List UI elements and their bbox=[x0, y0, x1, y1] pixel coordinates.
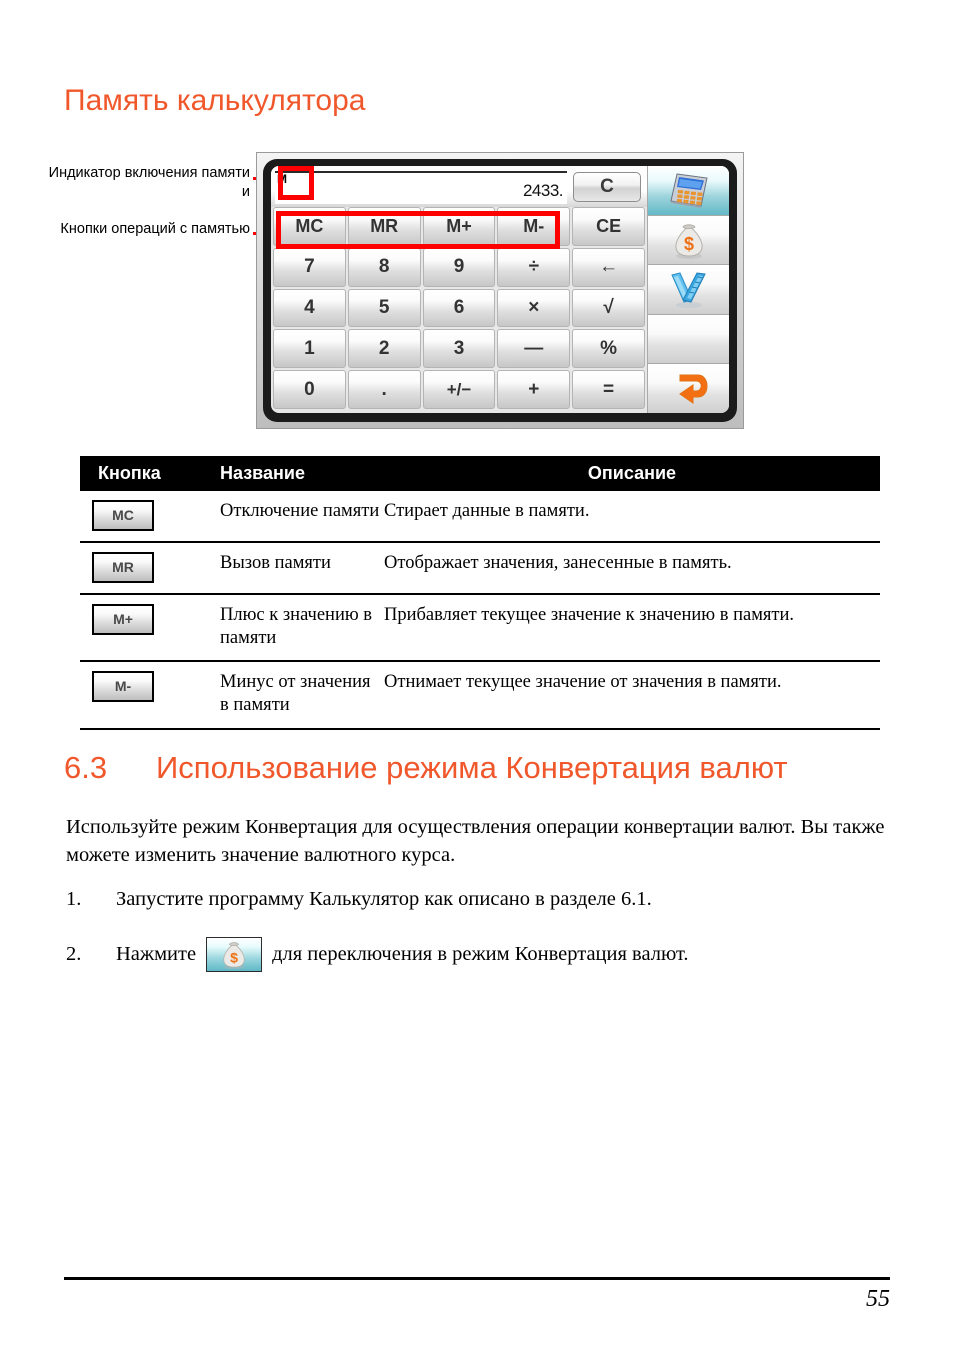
list-item: 1. Запустите программу Калькулятор как о… bbox=[66, 886, 896, 913]
keypad-row-123: 1 2 3 — % bbox=[273, 329, 645, 369]
back-button[interactable] bbox=[648, 364, 729, 413]
callout-label-memory-indicator: Индикатор включения памяти и bbox=[48, 165, 250, 201]
keypad-row-zero: 0 . +/− + = bbox=[273, 370, 645, 409]
table-cell-description: Стирает данные в памяти. bbox=[384, 491, 880, 543]
table-cell-button: MR bbox=[80, 542, 220, 595]
key-sign-toggle[interactable]: +/− bbox=[422, 370, 496, 409]
mode-button-column: $ bbox=[647, 166, 729, 413]
table-cell-button: MC bbox=[80, 491, 220, 543]
memory-indicator-icon: M bbox=[277, 171, 287, 186]
calculator-panel: M 2433. C MC MR M+ M- CE 7 8 9 ÷ ← 4 5 6… bbox=[271, 166, 647, 413]
keypad-row-456: 4 5 6 × √ bbox=[273, 288, 645, 328]
key-m-minus[interactable]: M- bbox=[497, 207, 571, 246]
page-title: Память калькулятора bbox=[64, 84, 366, 117]
key-multiply[interactable]: × bbox=[497, 288, 571, 328]
section-title: Использование режима Конвертация валют bbox=[156, 750, 788, 785]
list-item-text: Запустите программу Калькулятор как опис… bbox=[116, 888, 652, 910]
currency-mode-button[interactable]: $ bbox=[648, 215, 729, 266]
table-header-row: Кнопка Название Описание bbox=[80, 456, 880, 491]
table-cell-description: Прибавляет текущее значение к значению в… bbox=[384, 594, 880, 663]
table-header-button: Кнопка bbox=[80, 456, 220, 491]
key-equals[interactable]: = bbox=[572, 370, 645, 409]
table-header-name: Название bbox=[220, 456, 384, 491]
currency-mode-icon: $ bbox=[206, 936, 263, 972]
key-backspace[interactable]: ← bbox=[572, 247, 645, 287]
list-item-number: 2. bbox=[66, 942, 82, 965]
calculator-display: M 2433. bbox=[275, 170, 567, 204]
key-square-root[interactable]: √ bbox=[572, 288, 645, 328]
list-item-text-before: Нажмите bbox=[116, 942, 197, 965]
display-row: M 2433. C bbox=[271, 166, 647, 207]
button-m-minus-icon: M- bbox=[92, 671, 154, 703]
blank-mode-button[interactable] bbox=[648, 314, 729, 365]
list-item-number: 1. bbox=[66, 888, 82, 910]
table-cell-name: Плюс к значению в памяти bbox=[220, 594, 384, 663]
key-divide[interactable]: ÷ bbox=[497, 247, 571, 287]
key-6[interactable]: 6 bbox=[422, 288, 496, 328]
unit-converter-mode-button[interactable] bbox=[648, 265, 729, 315]
memory-buttons-table: Кнопка Название Описание MC Отключение п… bbox=[80, 456, 880, 730]
keypad: MC MR M+ M- CE 7 8 9 ÷ ← 4 5 6 × √ 1 2 3… bbox=[271, 207, 647, 413]
key-subtract[interactable]: — bbox=[497, 329, 571, 369]
key-3[interactable]: 3 bbox=[422, 329, 496, 369]
display-value: 2433. bbox=[522, 180, 564, 200]
key-1[interactable]: 1 bbox=[273, 329, 346, 369]
callout-label-memory-keys: Кнопки операций с памятью bbox=[60, 221, 250, 237]
table-cell-name: Минус от значения в памяти bbox=[220, 661, 384, 730]
table-cell-name: Отключение памяти bbox=[220, 491, 384, 543]
list-item-text-after: для переключения в режим Конвертация вал… bbox=[272, 942, 689, 965]
money-bag-icon: $ bbox=[674, 224, 703, 259]
steps-list: 1. Запустите программу Калькулятор как о… bbox=[66, 886, 896, 996]
key-5[interactable]: 5 bbox=[347, 288, 421, 328]
button-m-plus-icon: M+ bbox=[92, 604, 154, 635]
svg-text:$: $ bbox=[683, 234, 693, 254]
key-mr[interactable]: MR bbox=[347, 207, 421, 246]
key-9[interactable]: 9 bbox=[422, 247, 496, 287]
key-8[interactable]: 8 bbox=[347, 247, 421, 287]
table-cell-name: Вызов памяти bbox=[220, 542, 384, 595]
key-mc[interactable]: MC bbox=[273, 207, 346, 246]
table-cell-button: M- bbox=[80, 661, 220, 730]
section-heading: 6.3 Использование режима Конвертация валю… bbox=[64, 750, 788, 786]
money-bag-icon: $ bbox=[223, 941, 245, 970]
table-row: M- Минус от значения в памяти Отнимает т… bbox=[80, 661, 880, 730]
key-0[interactable]: 0 bbox=[273, 370, 346, 409]
key-4[interactable]: 4 bbox=[273, 288, 346, 328]
button-mr-icon: MR bbox=[92, 552, 154, 583]
key-percent[interactable]: % bbox=[572, 329, 645, 369]
ruler-converter-icon bbox=[670, 272, 706, 309]
table-row: M+ Плюс к значению в памяти Прибавляет т… bbox=[80, 594, 880, 663]
section-number: 6.3 bbox=[64, 750, 108, 785]
device-bezel: M 2433. C MC MR M+ M- CE 7 8 9 ÷ ← 4 5 6… bbox=[263, 159, 737, 422]
device-screen: M 2433. C MC MR M+ M- CE 7 8 9 ÷ ← 4 5 6… bbox=[271, 166, 729, 413]
key-add[interactable]: + bbox=[497, 370, 571, 409]
key-m-plus[interactable]: M+ bbox=[422, 207, 496, 246]
table-row: MC Отключение памяти Стирает данные в па… bbox=[80, 491, 880, 543]
table-header-description: Описание bbox=[384, 456, 880, 491]
calculator-icon bbox=[669, 173, 708, 209]
table-cell-description: Отнимает текущее значение от значения в … bbox=[384, 661, 880, 730]
calculator-mode-button[interactable] bbox=[648, 166, 729, 216]
back-arrow-icon bbox=[678, 374, 707, 404]
key-7[interactable]: 7 bbox=[273, 247, 346, 287]
keypad-row-789: 7 8 9 ÷ ← bbox=[273, 247, 645, 287]
table-cell-button: M+ bbox=[80, 594, 220, 663]
calculator-device-screenshot: M 2433. C MC MR M+ M- CE 7 8 9 ÷ ← 4 5 6… bbox=[256, 152, 744, 429]
clear-button[interactable]: C bbox=[573, 172, 641, 202]
svg-text:$: $ bbox=[230, 949, 238, 965]
key-decimal-point[interactable]: . bbox=[347, 370, 421, 409]
footer-divider bbox=[64, 1277, 890, 1280]
list-item-content: Нажмите $ для переключения в режим Конве… bbox=[116, 936, 896, 972]
button-mc-icon: MC bbox=[92, 500, 154, 531]
keypad-row-memory: MC MR M+ M- CE bbox=[273, 207, 645, 246]
list-item: 2. Нажмите $ для переключения в режим Ко… bbox=[66, 936, 896, 972]
key-2[interactable]: 2 bbox=[347, 329, 421, 369]
table-row: MR Вызов памяти Отображает значения, зан… bbox=[80, 542, 880, 595]
table-cell-description: Отображает значения, занесенные в память… bbox=[384, 542, 880, 595]
key-ce[interactable]: CE bbox=[572, 207, 645, 246]
section-paragraph: Используйте режим Конвертация для осущес… bbox=[66, 816, 885, 867]
page-number: 55 bbox=[866, 1286, 890, 1312]
